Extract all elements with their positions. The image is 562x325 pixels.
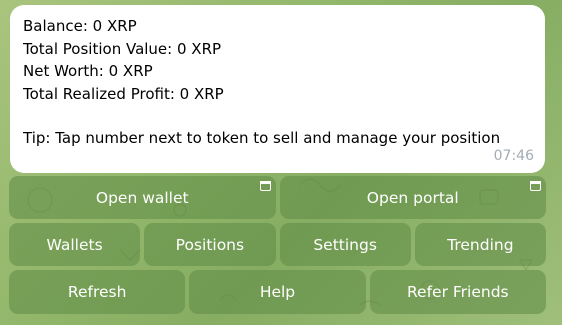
- positions-button[interactable]: Positions: [144, 223, 276, 266]
- message-timestamp: 07:46: [493, 147, 534, 164]
- settings-button[interactable]: Settings: [279, 223, 411, 266]
- keyboard-row-1: Open wallet Open portal: [9, 176, 546, 219]
- net-worth-text: Net Worth: 0 XRP: [23, 62, 153, 80]
- settings-label: Settings: [313, 235, 377, 254]
- wallets-label: Wallets: [46, 235, 103, 254]
- open-portal-button[interactable]: Open portal: [279, 176, 546, 219]
- web-app-window-icon: [259, 181, 271, 191]
- open-wallet-label: Open wallet: [95, 188, 189, 207]
- refer-friends-label: Refer Friends: [406, 283, 509, 301]
- trending-label: Trending: [447, 235, 514, 254]
- help-button[interactable]: Help: [189, 270, 366, 314]
- web-app-window-icon: [530, 181, 541, 191]
- total-realized-profit-text: Total Realized Profit: 0 XRP: [23, 84, 224, 103]
- wallets-button[interactable]: Wallets: [9, 223, 141, 266]
- bot-message-bubble: Balance: 0 XRP Total Position Value: 0 X…: [10, 5, 545, 173]
- refresh-button[interactable]: Refresh: [9, 270, 186, 314]
- open-wallet-button[interactable]: Open wallet: [9, 176, 276, 219]
- balance-text: Balance: 0 XRP: [23, 17, 137, 35]
- refresh-label: Refresh: [67, 283, 127, 301]
- trending-button[interactable]: Trending: [414, 223, 546, 266]
- total-position-value-text: Total Position Value: 0 XRP: [23, 39, 222, 58]
- open-portal-label: Open portal: [366, 188, 459, 207]
- tip-text: Tip: Tap number next to token to sell an…: [23, 129, 501, 147]
- positions-label: Positions: [175, 235, 245, 254]
- refer-friends-button[interactable]: Refer Friends: [369, 270, 546, 314]
- keyboard-row-3: Refresh Help Refer Friends: [9, 270, 546, 314]
- help-label: Help: [259, 283, 296, 301]
- keyboard-row-2: Wallets Positions Settings Trending: [9, 223, 546, 266]
- inline-keyboard: Open wallet Open portal Wallets Position…: [9, 176, 546, 318]
